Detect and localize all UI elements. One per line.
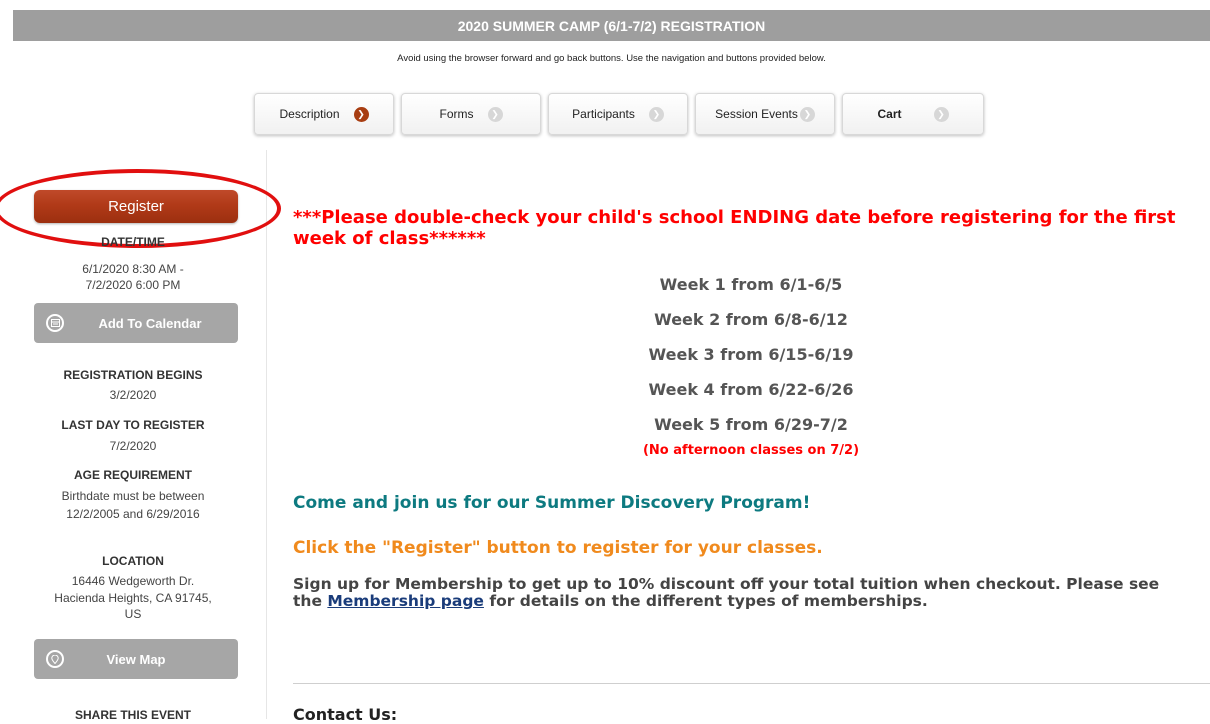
location-line3: US bbox=[124, 607, 142, 621]
membership-paragraph: Sign up for Membership to get up to 10% … bbox=[293, 576, 1173, 610]
datetime-value-end: 7/2/2020 6:00 PM bbox=[85, 278, 181, 292]
week-item: Week 5 from 6/29-7/2 bbox=[654, 415, 848, 434]
section-divider bbox=[293, 683, 1210, 684]
chevron-right-icon: ❯ bbox=[799, 106, 815, 122]
step-cart[interactable]: Cart ❯ bbox=[842, 93, 984, 135]
step-label: Cart bbox=[877, 107, 902, 121]
map-pin-icon bbox=[46, 650, 64, 668]
contact-heading: Contact Us: bbox=[293, 705, 398, 724]
week-item: Week 3 from 6/15-6/19 bbox=[648, 345, 854, 364]
register-instruction: Click the "Register" button to register … bbox=[293, 538, 823, 558]
event-description: ***Please double-check your child's scho… bbox=[293, 207, 1210, 724]
age-requirement-line1: Birthdate must be between bbox=[61, 489, 205, 503]
step-participants[interactable]: Participants ❯ bbox=[548, 93, 688, 135]
view-map-label: View Map bbox=[106, 651, 166, 667]
step-label: Forms bbox=[439, 107, 474, 121]
join-heading: Come and join us for our Summer Discover… bbox=[293, 493, 811, 513]
step-session-events[interactable]: Session Events ❯ bbox=[695, 93, 835, 135]
page-title-bar: 2020 SUMMER CAMP (6/1-7/2) REGISTRATION bbox=[13, 10, 1210, 41]
location-line1: 16446 Wedgeworth Dr. bbox=[71, 574, 195, 588]
registration-begins-heading: REGISTRATION BEGINS bbox=[63, 368, 203, 382]
step-label: Session Events bbox=[715, 107, 798, 121]
register-button[interactable]: Register bbox=[34, 190, 238, 223]
page-title: 2020 SUMMER CAMP (6/1-7/2) REGISTRATION bbox=[457, 17, 766, 34]
step-description[interactable]: Description ❯ bbox=[254, 93, 394, 135]
add-to-calendar-label: Add To Calendar bbox=[98, 315, 202, 331]
register-label: Register bbox=[108, 198, 164, 215]
last-day-value: 7/2/2020 bbox=[109, 439, 157, 453]
step-forms[interactable]: Forms ❯ bbox=[401, 93, 541, 135]
location-line2: Hacienda Heights, CA 91745, bbox=[54, 591, 212, 605]
step-label: Description bbox=[279, 107, 340, 121]
chevron-right-icon: ❯ bbox=[487, 106, 503, 122]
datetime-value-start: 6/1/2020 8:30 AM - bbox=[82, 262, 184, 276]
chevron-right-icon: ❯ bbox=[933, 106, 949, 122]
navigation-notice: Avoid using the browser forward and go b… bbox=[397, 53, 826, 64]
week-item: Week 1 from 6/1-6/5 bbox=[659, 275, 843, 294]
age-requirement-line2: 12/2/2005 and 6/29/2016 bbox=[66, 507, 200, 521]
calendar-icon bbox=[46, 314, 64, 332]
last-day-heading: LAST DAY TO REGISTER bbox=[61, 418, 205, 432]
chevron-right-icon: ❯ bbox=[648, 106, 664, 122]
datetime-heading: DATE/TIME bbox=[101, 235, 165, 249]
location-heading: LOCATION bbox=[102, 554, 164, 568]
share-heading: SHARE THIS EVENT bbox=[74, 708, 191, 722]
no-afternoon-note: (No afternoon classes on 7/2) bbox=[642, 443, 860, 458]
week-schedule: Week 1 from 6/1-6/5 Week 2 from 6/8-6/12… bbox=[293, 275, 1209, 458]
week-item: Week 2 from 6/8-6/12 bbox=[654, 310, 848, 329]
view-map-button[interactable]: View Map bbox=[34, 639, 238, 679]
step-label: Participants bbox=[572, 107, 635, 121]
sidebar-divider bbox=[266, 150, 267, 719]
membership-text-after: for details on the different types of me… bbox=[483, 592, 928, 610]
age-requirement-heading: AGE REQUIREMENT bbox=[73, 468, 192, 482]
add-to-calendar-button[interactable]: Add To Calendar bbox=[34, 303, 238, 343]
ending-date-warning: ***Please double-check your child's scho… bbox=[293, 207, 1176, 249]
chevron-right-icon: ❯ bbox=[353, 106, 369, 122]
week-item: Week 4 from 6/22-6/26 bbox=[648, 380, 854, 399]
membership-page-link[interactable]: Membership page bbox=[327, 592, 484, 610]
registration-begins-value: 3/2/2020 bbox=[109, 388, 157, 402]
